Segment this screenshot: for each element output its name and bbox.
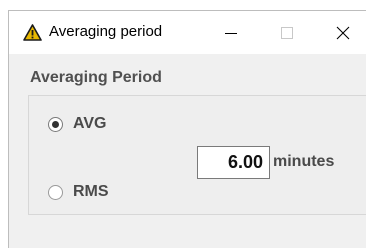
warning-triangle-icon xyxy=(23,24,42,41)
dialog-window: Averaging period Averaging Period AVG RM… xyxy=(8,10,366,248)
section-heading: Averaging Period xyxy=(30,69,162,86)
radio-rms-indicator[interactable] xyxy=(48,184,63,200)
maximize-icon xyxy=(281,26,293,39)
minimize-icon xyxy=(225,33,237,34)
title-bar[interactable]: Averaging period xyxy=(9,11,366,54)
window-title: Averaging period xyxy=(49,23,163,40)
radio-avg-label: AVG xyxy=(73,115,107,132)
minutes-input[interactable]: 6.00 xyxy=(197,146,270,179)
minimize-button[interactable] xyxy=(207,11,255,54)
radio-avg[interactable]: AVG xyxy=(48,115,106,133)
maximize-button[interactable] xyxy=(263,11,311,54)
radio-rms[interactable]: RMS xyxy=(48,183,109,201)
radio-rms-label: RMS xyxy=(73,183,109,200)
radio-avg-indicator[interactable] xyxy=(48,116,63,132)
close-button[interactable] xyxy=(319,11,366,54)
close-icon xyxy=(336,26,350,39)
minutes-unit-label: minutes xyxy=(273,153,335,170)
